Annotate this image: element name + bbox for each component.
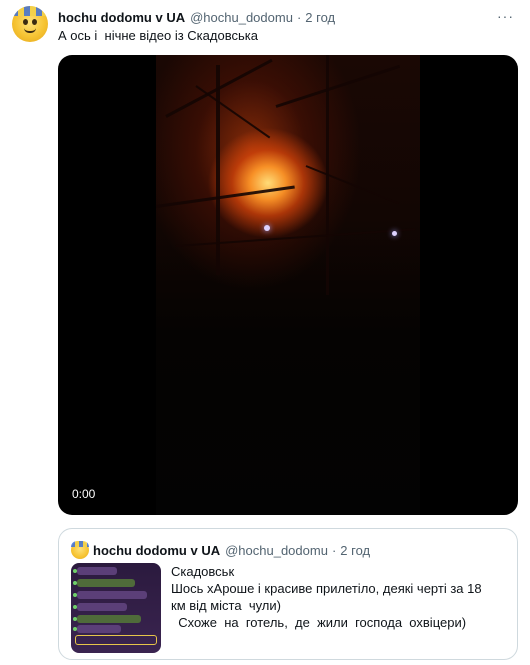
quoted-tweet[interactable]: hochu dodomu v UA @hochu_dodomu · 2 год … [58,528,518,660]
tweet-header: hochu dodomu v UA @hochu_dodomu · 2 год [58,8,335,26]
quoted-author-handle[interactable]: @hochu_dodomu [225,543,328,558]
author-avatar[interactable] [12,6,48,42]
author-handle[interactable]: @hochu_dodomu [190,10,293,25]
quoted-author-avatar[interactable] [71,541,89,559]
tweet: hochu dodomu v UA @hochu_dodomu · 2 год … [0,0,530,665]
quoted-line: Схоже на готель, де жили господа охвіцер… [171,615,467,630]
quoted-line: Шось хАроше і красиве прилетіло, деякі ч… [171,581,482,596]
tweet-text: А ось і нічне відео із Скадовська [58,28,258,43]
quoted-line: Скадовськ [171,564,235,579]
author-name[interactable]: hochu dodomu v UA [58,10,185,25]
quoted-tweet-text: Скадовськ Шось хАроше і красиве прилетіл… [171,563,511,631]
quoted-line: км від міста чули) [171,598,281,613]
video-player[interactable]: 0:00 [58,55,518,515]
quoted-separator-dot: · [331,542,337,558]
tweet-timestamp[interactable]: 2 год [305,10,335,25]
separator-dot: · [296,9,302,25]
quoted-author-name[interactable]: hochu dodomu v UA [93,543,220,558]
more-options-icon[interactable]: ··· [497,8,514,24]
quoted-media-thumbnail[interactable] [71,563,161,653]
video-timecode: 0:00 [72,487,96,501]
video-frame [155,55,420,515]
quoted-tweet-header: hochu dodomu v UA @hochu_dodomu · 2 год [93,541,370,559]
quoted-tweet-timestamp[interactable]: 2 год [340,543,370,558]
